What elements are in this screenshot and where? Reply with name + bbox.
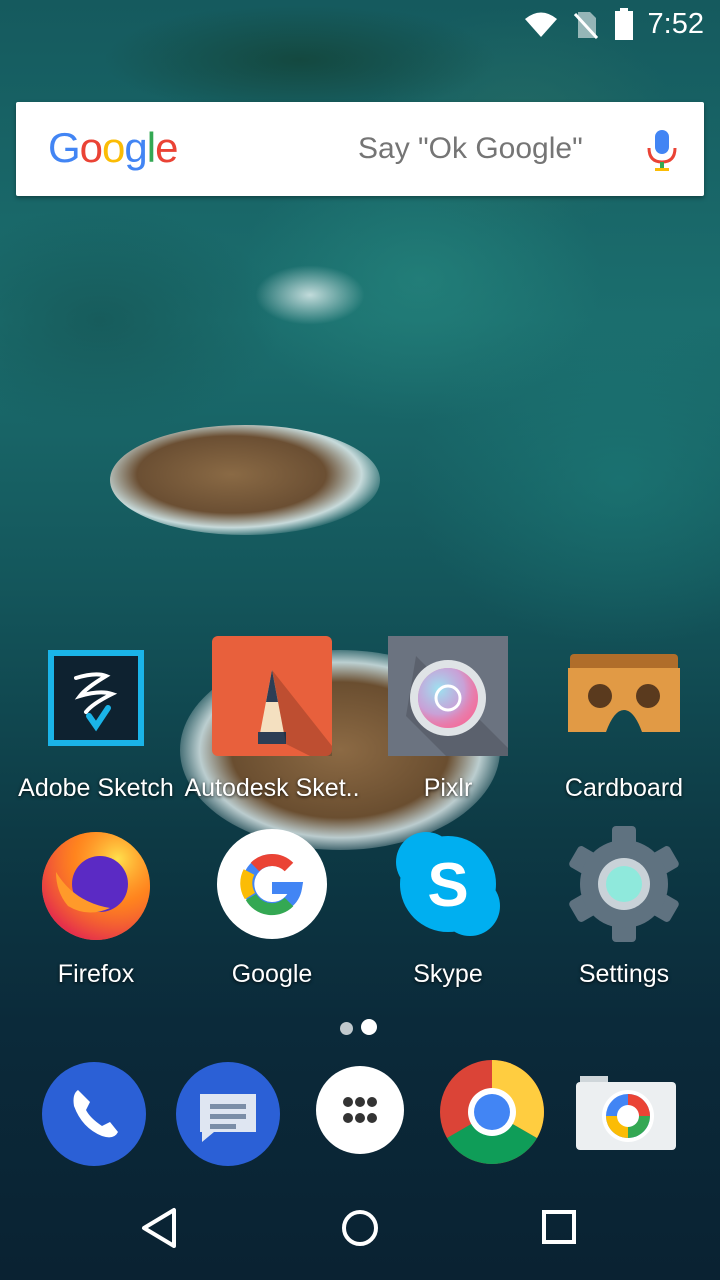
messages-icon[interactable] <box>174 1060 282 1168</box>
camera-icon[interactable] <box>572 1058 680 1166</box>
svg-text:S: S <box>427 851 468 920</box>
recents-icon[interactable] <box>540 1206 580 1255</box>
app-label: Autodesk Sket.. <box>184 774 360 802</box>
app-label: Pixlr <box>423 774 473 802</box>
app-firefox[interactable]: Firefox <box>6 822 186 989</box>
app-drawer-icon[interactable] <box>306 1056 414 1164</box>
app-google[interactable]: Google <box>182 822 362 989</box>
mic-icon[interactable] <box>644 128 680 172</box>
page-indicator <box>340 1019 385 1040</box>
reef-foam <box>255 265 365 325</box>
skype-icon: S <box>386 822 510 946</box>
google-icon <box>210 822 334 946</box>
back-icon[interactable] <box>140 1206 180 1255</box>
adobe-sketch-icon <box>34 636 158 760</box>
clock: 7:52 <box>647 8 704 40</box>
app-label: Google <box>231 960 313 988</box>
island-upper <box>110 425 380 535</box>
home-icon[interactable] <box>340 1206 380 1255</box>
chrome-icon[interactable] <box>438 1058 546 1166</box>
app-adobe-sketch[interactable]: Adobe Sketch <box>6 636 186 803</box>
app-label: Cardboard <box>564 774 684 802</box>
google-search-widget[interactable]: Google Say "Ok Google" <box>16 102 704 196</box>
cardboard-icon <box>562 636 686 760</box>
navigation-bar <box>0 1190 720 1280</box>
wifi-icon <box>525 12 557 37</box>
app-label: Adobe Sketch <box>18 774 174 802</box>
app-label: Firefox <box>57 960 135 988</box>
battery-icon <box>615 8 633 40</box>
firefox-icon <box>34 822 158 946</box>
no-sim-icon <box>574 12 598 40</box>
page-dot-active <box>361 1019 377 1035</box>
app-skype[interactable]: S Skype <box>358 822 538 989</box>
google-logo: Google <box>48 124 178 171</box>
pixlr-icon <box>386 636 510 760</box>
page-dot <box>340 1022 353 1035</box>
search-hint[interactable]: Say "Ok Google" <box>358 132 583 166</box>
phone-icon[interactable] <box>40 1060 148 1168</box>
app-cardboard[interactable]: Cardboard <box>534 636 714 803</box>
app-autodesk-sketchbook[interactable]: Autodesk Sket.. <box>182 636 362 803</box>
app-settings[interactable]: Settings <box>534 822 714 989</box>
app-pixlr[interactable]: Pixlr <box>358 636 538 803</box>
app-label: Skype <box>413 960 483 988</box>
settings-icon <box>562 822 686 946</box>
status-bar: 7:52 <box>0 0 720 48</box>
autodesk-sketchbook-icon <box>210 636 334 760</box>
app-label: Settings <box>578 960 670 988</box>
